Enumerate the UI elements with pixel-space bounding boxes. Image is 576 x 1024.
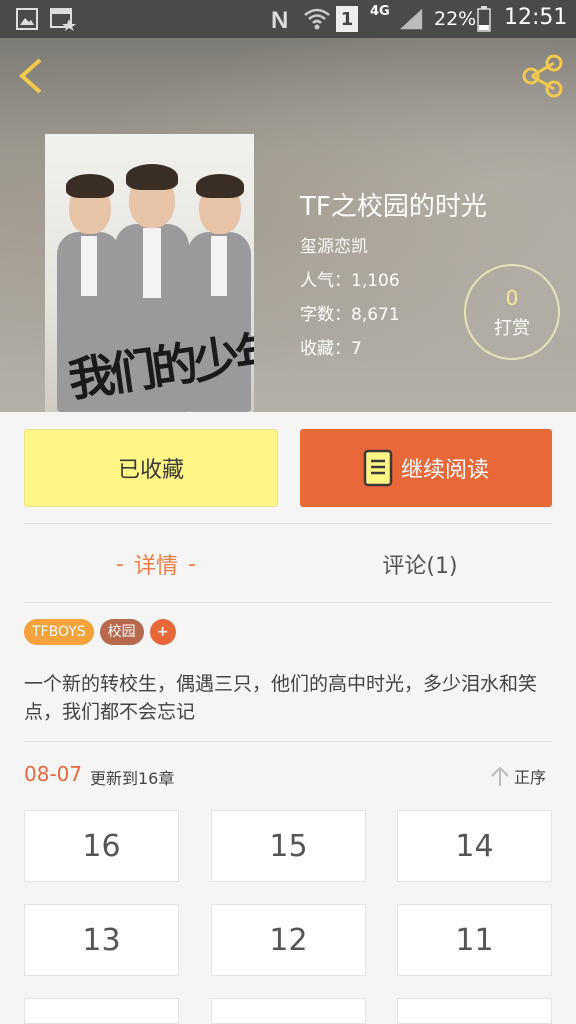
battery-icon (476, 6, 492, 32)
tab-dash: - (116, 551, 124, 577)
book-icon (363, 449, 393, 487)
divider (24, 523, 552, 524)
share-icon (522, 54, 563, 98)
chapter-button[interactable]: 16 (24, 810, 179, 882)
chapter-number: 13 (82, 922, 121, 958)
svg-text:N: N (271, 7, 288, 31)
favorited-label: 已收藏 (117, 458, 184, 483)
chapter-number: 16 (82, 828, 121, 864)
popularity-label: 人气： (300, 271, 351, 291)
clock: 12:51 (504, 5, 568, 30)
wifi-icon (304, 6, 330, 32)
calendar-star-icon (50, 6, 76, 32)
battery-percent: 22% (434, 8, 477, 30)
tip-label: 打赏 (494, 318, 530, 339)
continue-reading-button[interactable]: 继续阅读 (300, 429, 552, 507)
book-header: 我们的少年时代 TF之校园的时光 玺源恋凯 人气：1,106 字数：8,671 … (0, 38, 576, 412)
image-icon (14, 6, 40, 32)
favorites-stat: 收藏：7 (300, 334, 362, 359)
tab-comments[interactable]: 评论(1) (288, 540, 552, 588)
word-count-stat: 字数：8,671 (300, 300, 400, 325)
signal-icon (398, 6, 424, 32)
share-button[interactable] (520, 54, 566, 98)
chapter-button[interactable] (397, 998, 552, 1024)
add-tag-button[interactable]: + (149, 619, 176, 645)
arrow-up-icon (491, 766, 509, 786)
tag-list: TFBOYS 校园 + (24, 619, 182, 645)
chapter-number: 12 (269, 922, 308, 958)
status-bar: N 1 4G 22% 12:51 (0, 0, 576, 38)
nfc-icon: N (268, 6, 294, 32)
chapter-number: 15 (269, 828, 308, 864)
tab-comments-label: 评论(1) (382, 554, 458, 579)
chevron-left-icon (18, 58, 42, 94)
update-date: 08-07 (24, 762, 83, 786)
book-description: 一个新的转校生，偶遇三只，他们的高中时光，多少泪水和笑点，我们都不会忘记 (24, 673, 538, 723)
tag[interactable]: 校园 (99, 619, 144, 645)
word-count-label: 字数： (300, 305, 351, 325)
tag[interactable]: TFBOYS (24, 619, 94, 645)
chapter-button[interactable]: 11 (397, 904, 552, 976)
back-button[interactable] (14, 56, 50, 96)
sim-icon: 1 (336, 6, 358, 32)
favorites-value: 7 (351, 339, 362, 359)
book-author[interactable]: 玺源恋凯 (300, 232, 368, 257)
divider (24, 602, 552, 603)
popularity-stat: 人气：1,106 (300, 266, 400, 291)
chapter-button[interactable]: 15 (211, 810, 366, 882)
tab-detail-label: 详情 (133, 554, 178, 579)
divider (24, 741, 552, 742)
favorited-button[interactable]: 已收藏 (24, 429, 278, 507)
chapter-button[interactable] (24, 998, 179, 1024)
tab-dash: - (188, 551, 196, 577)
continue-reading-label: 继续阅读 (400, 458, 489, 483)
chapter-button[interactable]: 14 (397, 810, 552, 882)
word-count-value: 8,671 (351, 305, 400, 325)
chapter-button[interactable]: 13 (24, 904, 179, 976)
popularity-value: 1,106 (351, 271, 400, 291)
chapter-button[interactable] (211, 998, 366, 1024)
tab-detail[interactable]: - 详情 - (24, 540, 288, 588)
favorites-label: 收藏： (300, 339, 351, 359)
network-type: 4G (370, 4, 390, 19)
book-title: TF之校园的时光 (300, 192, 487, 222)
sort-order-button[interactable]: 正序 (490, 763, 546, 789)
chapter-number: 14 (455, 828, 494, 864)
update-status: 更新到16章 (90, 769, 175, 788)
tip-count: 0 (505, 286, 519, 310)
chapter-button[interactable]: 12 (211, 904, 366, 976)
chapter-number: 11 (455, 922, 494, 958)
sort-order-label: 正序 (514, 768, 547, 787)
book-cover[interactable]: 我们的少年时代 (45, 134, 254, 412)
tip-button[interactable]: 0 打赏 (464, 264, 560, 360)
